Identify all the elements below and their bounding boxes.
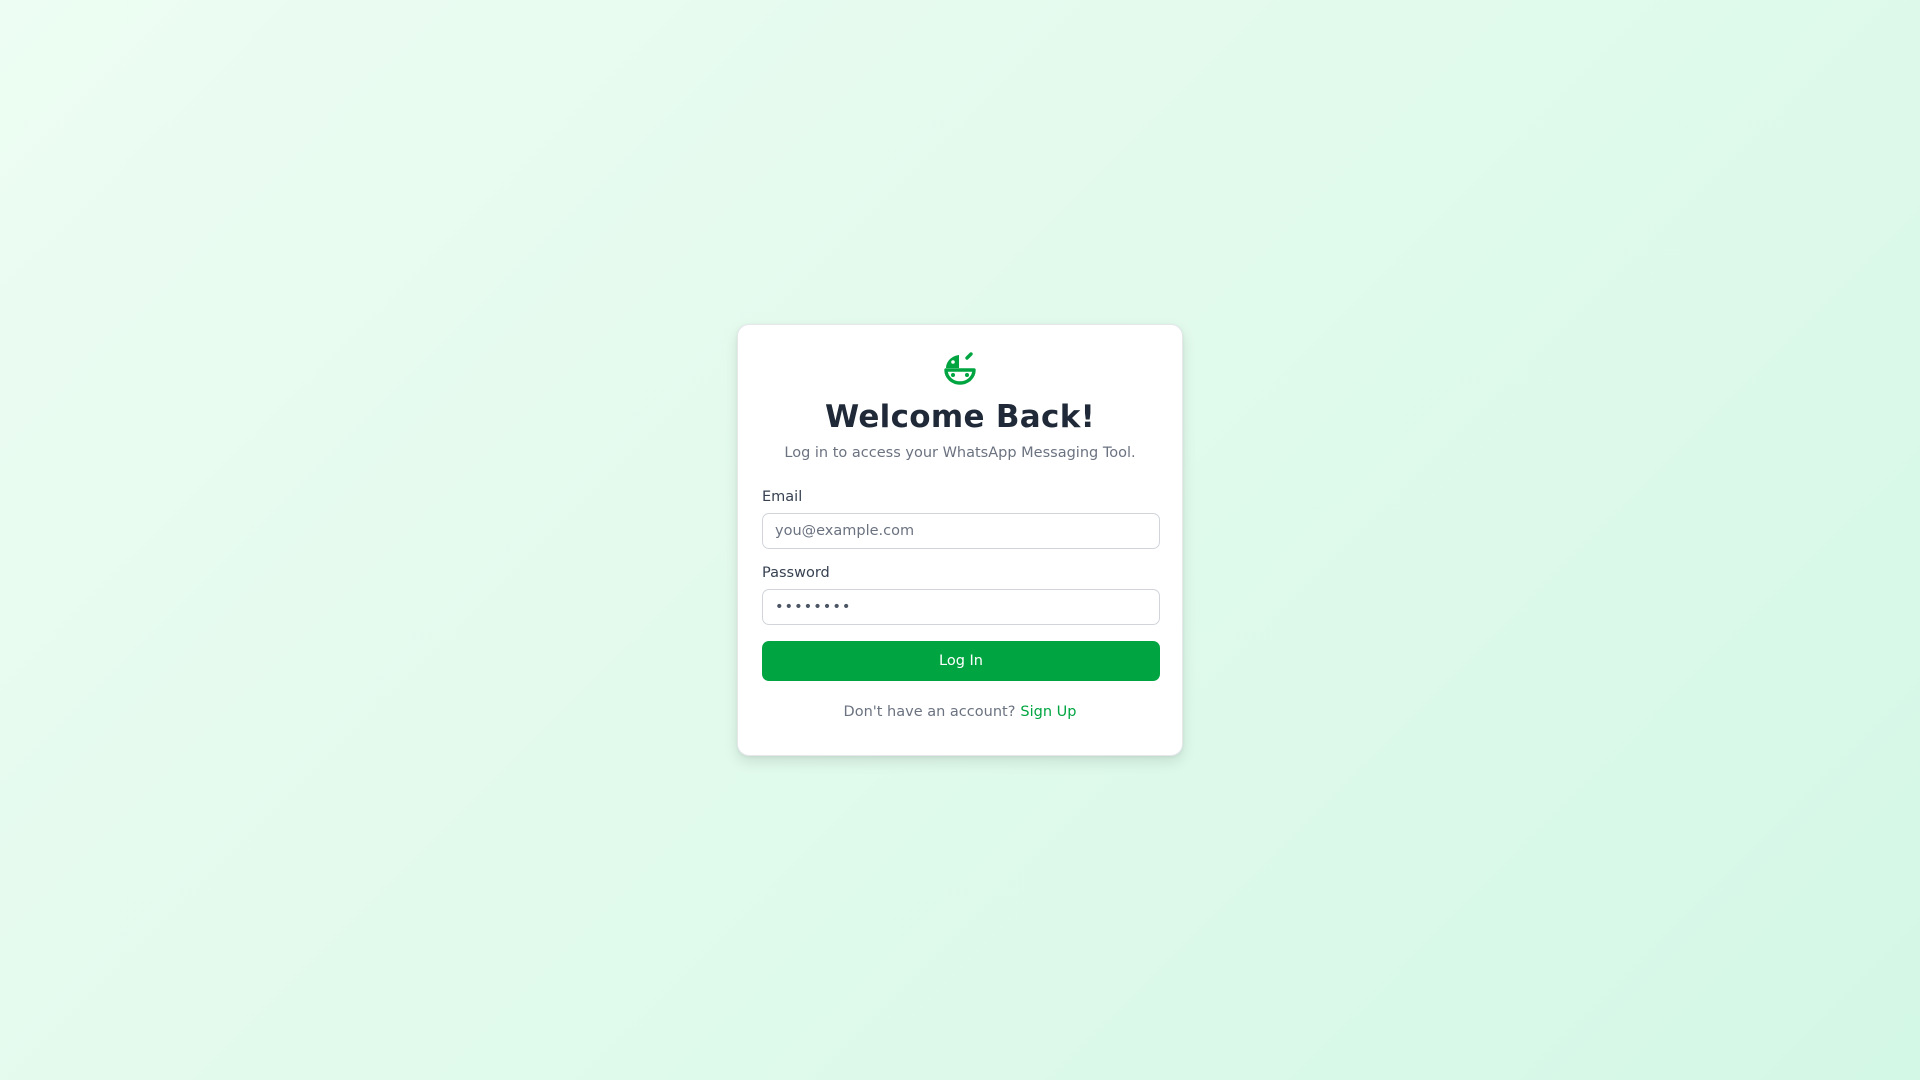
email-label: Email xyxy=(762,489,803,505)
logo-icon xyxy=(941,349,979,387)
email-field[interactable] xyxy=(762,513,1160,549)
signup-row: Don't have an account? Sign Up xyxy=(738,704,1182,720)
login-button[interactable]: Log In xyxy=(762,641,1160,681)
page-subtitle: Log in to access your WhatsApp Messaging… xyxy=(784,445,1136,461)
login-card: Welcome Back! Log in to access your What… xyxy=(737,324,1183,756)
page-title: Welcome Back! xyxy=(824,399,1096,435)
signup-prompt: Don't have an account? xyxy=(843,704,1016,720)
password-field[interactable] xyxy=(762,589,1160,625)
password-label: Password xyxy=(762,565,830,581)
signup-link[interactable]: Sign Up xyxy=(1020,704,1076,720)
